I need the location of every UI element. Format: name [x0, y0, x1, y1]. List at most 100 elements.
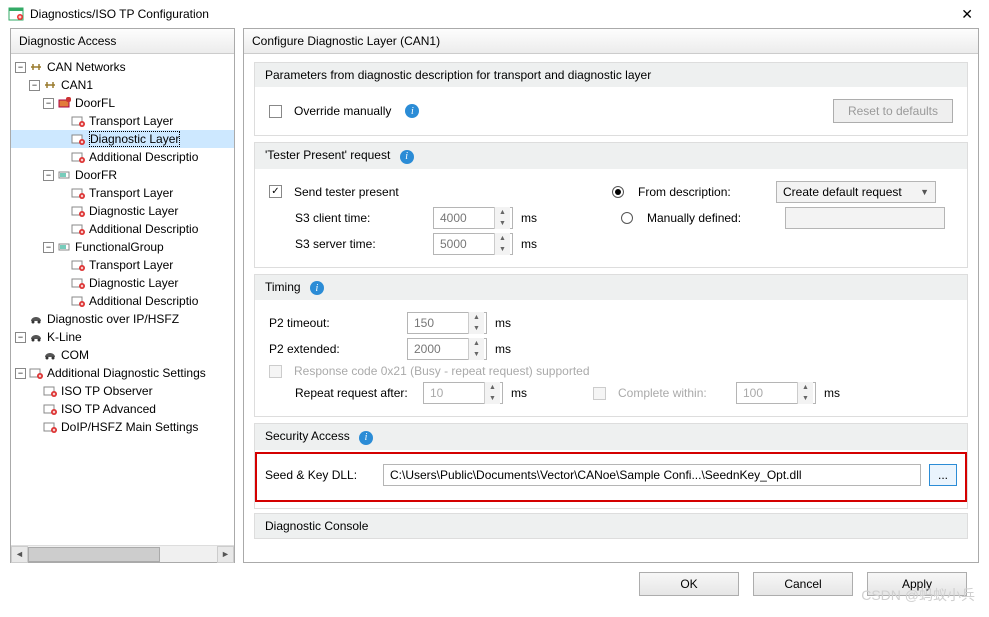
h-scrollbar[interactable]: ◄ ► — [11, 545, 234, 562]
tree-doorfl-additional[interactable]: Additional Descriptio — [11, 148, 234, 166]
layer-icon — [71, 276, 85, 290]
tester-present-header: 'Tester Present' request i — [255, 143, 967, 169]
tree-doorfl-transport[interactable]: Transport Layer — [11, 112, 234, 130]
diagnostic-console-group: Diagnostic Console — [254, 513, 968, 539]
tree-doorfr-diagnostic[interactable]: Diagnostic Layer — [11, 202, 234, 220]
tree-view[interactable]: −CAN Networks −CAN1 −DoorFL Transport La… — [11, 54, 234, 545]
layer-icon — [43, 402, 57, 416]
unit-ms: ms — [521, 237, 547, 251]
collapse-icon[interactable]: − — [43, 242, 54, 253]
ecu-icon — [57, 96, 71, 110]
override-label: Override manually — [294, 104, 391, 118]
tester-present-header-text: 'Tester Present' request — [265, 148, 390, 162]
tree-doorfl-diagnostic[interactable]: Diagnostic Layer — [11, 130, 234, 148]
spinner: ▲▼ — [797, 382, 813, 404]
spin-down-icon[interactable]: ▼ — [468, 349, 484, 360]
reset-button[interactable]: Reset to defaults — [833, 99, 953, 123]
tree-additional-settings[interactable]: −Additional Diagnostic Settings — [11, 364, 234, 382]
s3-server-input[interactable]: ▲▼ — [433, 233, 513, 255]
timing-header: Timing i — [255, 275, 967, 301]
tree-can1[interactable]: −CAN1 — [11, 76, 234, 94]
spinner[interactable]: ▲▼ — [468, 338, 484, 360]
spin-down-icon[interactable]: ▼ — [494, 244, 510, 255]
window-title: Diagnostics/ISO TP Configuration — [30, 7, 953, 21]
collapse-icon[interactable]: − — [15, 368, 26, 379]
scroll-thumb[interactable] — [28, 547, 160, 562]
spin-up-icon[interactable]: ▲ — [494, 233, 510, 244]
scroll-left-icon[interactable]: ◄ — [11, 546, 28, 563]
browse-ellipsis: ... — [938, 468, 948, 482]
create-default-select[interactable]: Create default request▼ — [776, 181, 936, 203]
info-icon[interactable]: i — [359, 431, 373, 445]
timing-header-text: Timing — [265, 280, 301, 294]
p2-extended-input[interactable]: ▲▼ — [407, 338, 487, 360]
scroll-track[interactable] — [28, 546, 217, 563]
info-icon[interactable]: i — [405, 104, 419, 118]
tree-fg-additional[interactable]: Additional Descriptio — [11, 292, 234, 310]
spin-down-icon[interactable]: ▼ — [468, 323, 484, 334]
s3-client-input[interactable]: ▲▼ — [433, 207, 513, 229]
send-tester-label: Send tester present — [294, 185, 604, 199]
tree-can-networks[interactable]: −CAN Networks — [11, 58, 234, 76]
spinner[interactable]: ▲▼ — [494, 207, 510, 229]
close-button[interactable]: ✕ — [953, 2, 981, 27]
layer-icon — [71, 186, 85, 200]
cancel-button[interactable]: Cancel — [753, 572, 853, 596]
seed-key-value: C:\Users\Public\Documents\Vector\CANoe\S… — [390, 468, 802, 482]
tree-isotp-observer[interactable]: ISO TP Observer — [11, 382, 234, 400]
collapse-icon[interactable]: − — [43, 98, 54, 109]
layer-icon — [71, 204, 85, 218]
spin-up-icon[interactable]: ▲ — [468, 312, 484, 323]
car-icon — [29, 330, 43, 344]
tree-functionalgroup[interactable]: −FunctionalGroup — [11, 238, 234, 256]
tree-doip-main[interactable]: DoIP/HSFZ Main Settings — [11, 418, 234, 436]
tree-doip[interactable]: Diagnostic over IP/HSFZ — [11, 310, 234, 328]
seed-key-input[interactable]: C:\Users\Public\Documents\Vector\CANoe\S… — [383, 464, 921, 486]
ok-button[interactable]: OK — [639, 572, 739, 596]
security-access-header-text: Security Access — [265, 429, 350, 443]
tree-com[interactable]: COM — [11, 346, 234, 364]
apply-button[interactable]: Apply — [867, 572, 967, 596]
browse-button[interactable]: ... — [929, 464, 957, 486]
manual-request-input — [785, 207, 945, 229]
security-access-header: Security Access i — [255, 424, 967, 450]
tree-fg-diagnostic[interactable]: Diagnostic Layer — [11, 274, 234, 292]
ecu-icon — [57, 240, 71, 254]
tree-kline[interactable]: −K-Line — [11, 328, 234, 346]
tree-isotp-advanced[interactable]: ISO TP Advanced — [11, 400, 234, 418]
collapse-icon[interactable]: − — [43, 170, 54, 181]
manually-defined-radio[interactable] — [621, 212, 633, 224]
security-access-group: Security Access i Seed & Key DLL: C:\Use… — [254, 423, 968, 509]
spin-up-icon[interactable]: ▲ — [468, 338, 484, 349]
tree-fg-transport[interactable]: Transport Layer — [11, 256, 234, 274]
from-description-label: From description: — [638, 185, 768, 199]
override-checkbox[interactable]: ✓ — [269, 105, 282, 118]
tree-doorfl[interactable]: −DoorFL — [11, 94, 234, 112]
params-group: Parameters from diagnostic description f… — [254, 62, 968, 136]
from-description-radio[interactable] — [612, 186, 624, 198]
tree-doorfr-transport[interactable]: Transport Layer — [11, 184, 234, 202]
info-icon[interactable]: i — [400, 150, 414, 164]
car-icon — [43, 348, 57, 362]
unit-ms: ms — [511, 386, 537, 400]
collapse-icon[interactable]: − — [29, 80, 40, 91]
spin-down-icon[interactable]: ▼ — [494, 218, 510, 229]
tree-doorfr[interactable]: −DoorFR — [11, 166, 234, 184]
s3-client-label: S3 client time: — [295, 211, 425, 225]
send-tester-checkbox[interactable]: ✓ — [269, 185, 282, 198]
info-icon[interactable]: i — [310, 281, 324, 295]
p2-timeout-input[interactable]: ▲▼ — [407, 312, 487, 334]
collapse-icon[interactable]: − — [15, 62, 26, 73]
spin-up-icon[interactable]: ▲ — [494, 207, 510, 218]
unit-ms: ms — [521, 211, 547, 225]
spinner[interactable]: ▲▼ — [468, 312, 484, 334]
network-icon — [29, 60, 43, 74]
scroll-right-icon[interactable]: ► — [217, 546, 234, 563]
spinner[interactable]: ▲▼ — [494, 233, 510, 255]
seed-key-label: Seed & Key DLL: — [265, 468, 375, 482]
unit-ms: ms — [495, 316, 521, 330]
tree-doorfr-additional[interactable]: Additional Descriptio — [11, 220, 234, 238]
layer-icon — [71, 294, 85, 308]
spin-down-icon: ▼ — [484, 393, 500, 404]
collapse-icon[interactable]: − — [15, 332, 26, 343]
